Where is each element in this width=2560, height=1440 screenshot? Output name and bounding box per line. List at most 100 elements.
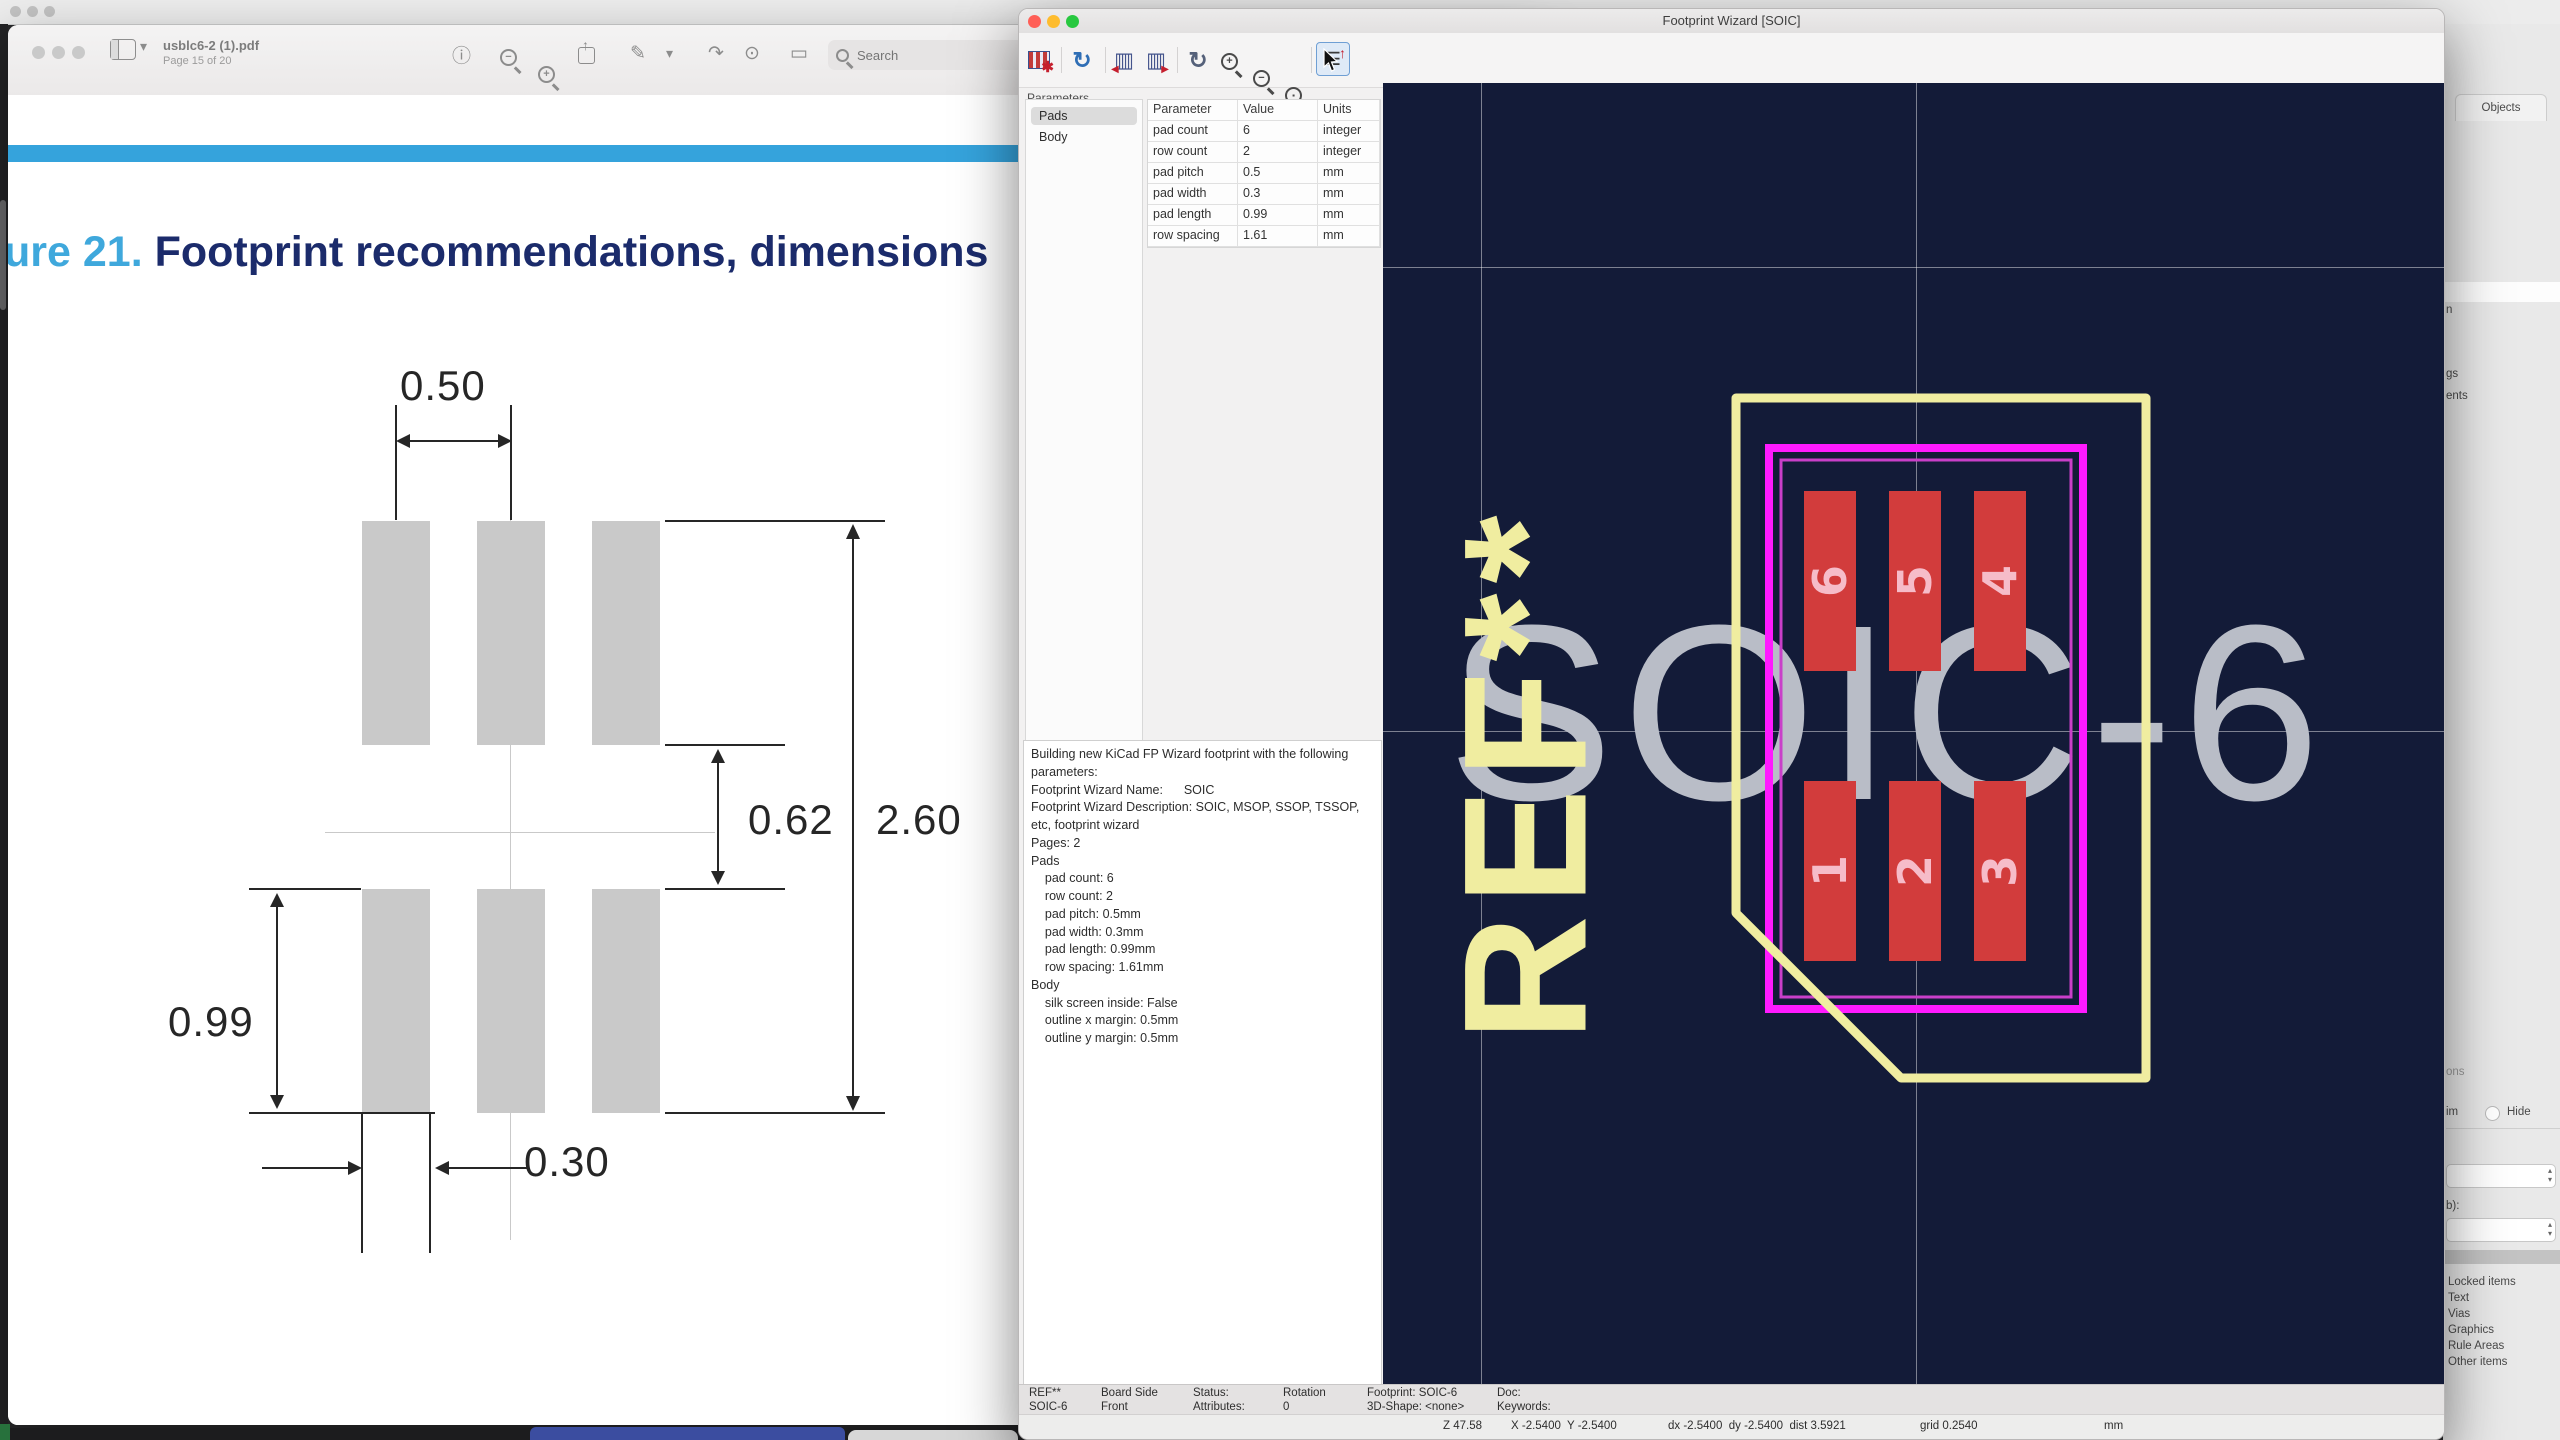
toolbar-separator	[1105, 47, 1106, 73]
status-board-side-label: Board Side	[1101, 1387, 1158, 1399]
divider	[2446, 1128, 2560, 1129]
wizard-coords-bar: Z 47.58 X -2.5400 Y -2.5400 dx -2.5400 d…	[1019, 1414, 2444, 1440]
objects-list-item[interactable]: Vias	[2448, 1308, 2470, 1320]
pad-1[interactable]: 1	[1804, 781, 1856, 961]
arrowhead	[711, 749, 725, 763]
status-doc-label: Doc:	[1497, 1387, 1521, 1399]
status-ref: REF**	[1029, 1387, 1061, 1399]
traffic-light-icon[interactable]	[27, 6, 38, 17]
param-units-cell: integer	[1318, 121, 1380, 142]
previous-wizard-page-icon[interactable]: ▥ ◀	[1109, 45, 1139, 75]
traffic-light-icon[interactable]	[10, 6, 21, 17]
rotate-icon[interactable]: ↷	[708, 42, 724, 65]
objects-list-item[interactable]: Other items	[2448, 1356, 2507, 1368]
arrow-right-icon: ▶	[1161, 64, 1169, 75]
viewport-dropdown[interactable]: ▴▾	[2446, 1218, 2556, 1242]
arrowhead	[498, 434, 512, 448]
dim-line	[406, 440, 502, 442]
new-footprint-wizard-icon[interactable]: ✱	[1024, 45, 1054, 75]
dim-line	[276, 905, 278, 1097]
page-list-item-pads[interactable]: Pads	[1031, 107, 1137, 125]
wizard-toolbar: ✱ ↻ ▥ ◀ ▥ ▶ ↻ + − ▪ ☰ ↑	[1019, 33, 2444, 88]
wizard-page-list: Pads Body	[1025, 99, 1143, 741]
objects-list-item[interactable]: Rule Areas	[2448, 1340, 2504, 1352]
hide-radio[interactable]	[2485, 1106, 2500, 1121]
minimize-icon[interactable]	[52, 46, 65, 59]
status-3d-shape: 3D-Shape: <none>	[1367, 1401, 1464, 1413]
tab-objects[interactable]: Objects	[2455, 94, 2547, 121]
param-value-cell[interactable]: 6	[1238, 121, 1318, 142]
grid-line-horizontal	[1383, 267, 2444, 268]
zoom-out-icon[interactable]: −	[500, 49, 517, 66]
bottom-green-sliver	[0, 1424, 10, 1440]
objects-list-item[interactable]: Graphics	[2448, 1324, 2494, 1336]
param-name-cell: pad count	[1148, 121, 1238, 142]
info-icon[interactable]: ⓘ	[452, 41, 471, 68]
zoom-in-icon[interactable]: +	[538, 66, 555, 83]
highlight-icon[interactable]: ⊙	[744, 42, 760, 65]
pad-5[interactable]: 5	[1889, 491, 1941, 671]
zoom-in-icon[interactable]: +	[1221, 53, 1238, 70]
note-icon[interactable]: ▭	[790, 42, 808, 65]
share-icon[interactable]: ↑	[578, 47, 595, 64]
zoom-window-icon[interactable]	[72, 46, 85, 59]
dim-ext-line	[361, 1113, 363, 1253]
pad-2[interactable]: 2	[1889, 781, 1941, 961]
pad-3[interactable]: 3	[1974, 781, 2026, 961]
layer-preset-dropdown[interactable]: ▴▾	[2446, 1164, 2556, 1188]
chevron-down-icon[interactable]: ▾	[140, 38, 147, 55]
dim-ext-line	[665, 1112, 885, 1114]
arrowhead	[348, 1161, 362, 1175]
figure-heading: ure 21. Footprint recommendations, dimen…	[8, 228, 988, 277]
dim-line	[717, 761, 719, 873]
dim-ext-line	[249, 888, 361, 890]
dim-line	[262, 1167, 350, 1169]
pad-4[interactable]: 4	[1974, 491, 2026, 671]
close-icon[interactable]	[32, 46, 45, 59]
cut-label: gs	[2446, 368, 2458, 380]
param-units-cell: mm	[1318, 226, 1380, 247]
param-value-cell[interactable]: 1.61	[1238, 226, 1318, 247]
chevron-down-icon[interactable]: ▾	[666, 45, 673, 62]
zoom-out-icon[interactable]: −	[1253, 70, 1270, 87]
page-list-item-body[interactable]: Body	[1031, 128, 1137, 146]
markup-pencil-icon[interactable]: ✎	[630, 42, 646, 65]
dim-label-row-gap: 0.62	[748, 796, 834, 844]
figure-pad	[592, 521, 660, 745]
status-name: SOIC-6	[1029, 1401, 1067, 1413]
figure-pad	[477, 521, 545, 745]
cut-label: im	[2446, 1106, 2458, 1118]
param-name-cell: pad width	[1148, 184, 1238, 205]
background-button-sliver[interactable]	[530, 1427, 845, 1440]
param-value-cell[interactable]: 0.3	[1238, 184, 1318, 205]
param-value-cell[interactable]: 2	[1238, 142, 1318, 163]
redraw-view-icon[interactable]: ↻	[1183, 45, 1213, 75]
dim-ext-line	[665, 520, 885, 522]
search-input[interactable]	[855, 47, 989, 64]
wizard-titlebar[interactable]: Footprint Wizard [SOIC]	[1019, 9, 2444, 34]
star-icon: ✱	[1041, 58, 1054, 76]
figure-centerline-horizontal	[325, 832, 715, 833]
toolbar-separator	[1061, 47, 1062, 73]
search-field[interactable]	[828, 40, 1032, 70]
pad-6[interactable]: 6	[1804, 491, 1856, 671]
objects-list-item[interactable]: Locked items	[2448, 1276, 2516, 1288]
selected-row-highlight	[2443, 282, 2560, 302]
objects-list-item[interactable]: Text	[2448, 1292, 2469, 1304]
column-header: Units	[1318, 100, 1380, 121]
status-footprint: Footprint: SOIC-6	[1367, 1387, 1457, 1399]
param-units-cell: mm	[1318, 205, 1380, 226]
cut-label: n	[2446, 304, 2452, 316]
parameters-table: Parameter Value Units pad count 6 intege…	[1147, 99, 1381, 248]
sidebar-toggle-icon[interactable]	[110, 39, 136, 60]
update-preview-icon[interactable]: ↻	[1067, 45, 1097, 75]
dim-label-pitch: 0.50	[400, 362, 486, 410]
scrollbar-thumb[interactable]	[0, 200, 6, 310]
dim-ext-line	[429, 1113, 431, 1253]
traffic-light-icon[interactable]	[44, 6, 55, 17]
pcb-canvas[interactable]: SOIC-6 6 5 4 1 2 3 REF**	[1383, 83, 2444, 1384]
dim-label-pad-width: 0.30	[524, 1138, 610, 1186]
next-wizard-page-icon[interactable]: ▥ ▶	[1141, 45, 1171, 75]
param-value-cell[interactable]: 0.5	[1238, 163, 1318, 184]
param-value-cell[interactable]: 0.99	[1238, 205, 1318, 226]
